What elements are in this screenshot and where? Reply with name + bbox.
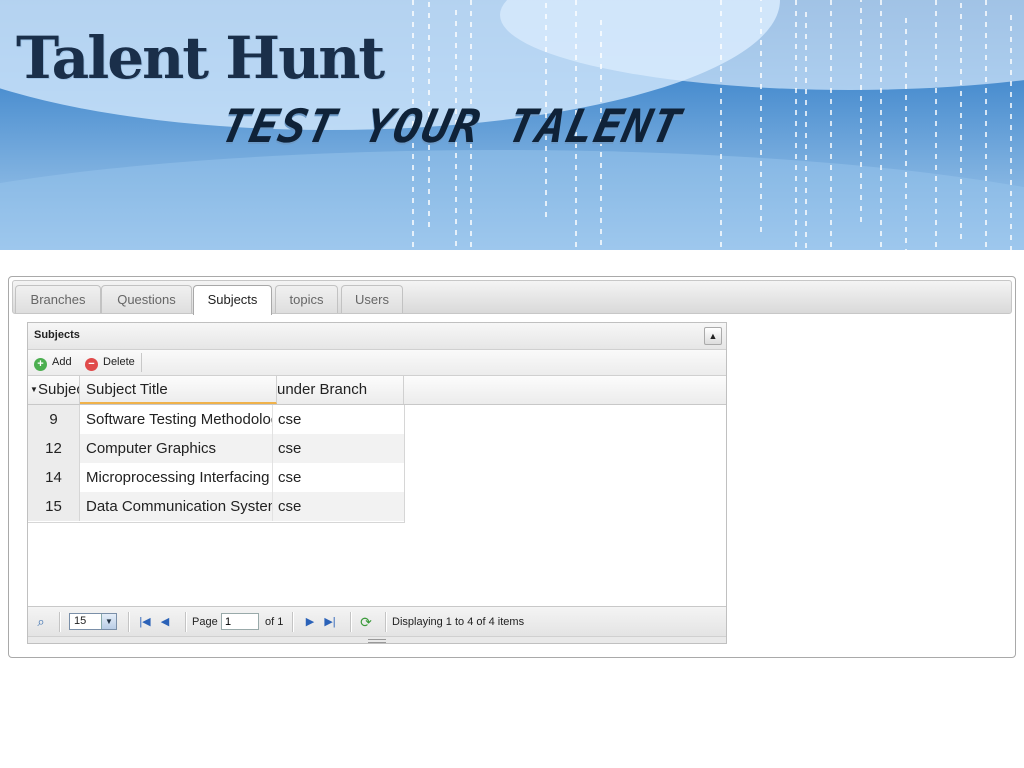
first-page-icon[interactable]: |◀ (138, 615, 152, 629)
cell-subject-id: 15 (28, 492, 80, 521)
add-icon: + (34, 358, 47, 371)
site-tagline: TEST YOUR TALENT (216, 99, 687, 153)
rows-per-page-select[interactable]: 15 ▼ (69, 613, 117, 630)
delete-button-label: Delete (103, 356, 135, 368)
tab-users[interactable]: Users (341, 285, 403, 313)
cell-subject-id: 14 (28, 463, 80, 492)
sort-desc-icon: ▼ (30, 385, 38, 394)
prev-page-icon[interactable]: ◀ (158, 615, 172, 629)
tab-branches[interactable]: Branches (15, 285, 101, 313)
tab-bar: Branches Questions Subjects topics Users (12, 280, 1012, 315)
cell-subject-id: 12 (28, 434, 80, 463)
grid-title-bar: Subjects ▲ (28, 323, 726, 350)
grid-header: ▼ Subject Subject Title under Branch (28, 376, 726, 405)
header-banner: Talent Hunt TEST YOUR TALENT (0, 0, 1024, 250)
delete-icon: − (85, 358, 98, 371)
column-header-subject[interactable]: ▼ Subject (28, 376, 80, 404)
table-row[interactable]: 12 Computer Graphics cse (28, 434, 404, 463)
grid-pager: ⌕ 15 ▼ |◀ ◀ Page of 1 ▶ ▶| ⟳ Displaying … (28, 606, 726, 637)
cell-subject-title: Computer Graphics (80, 434, 273, 463)
cell-branch: cse (278, 440, 302, 457)
page-count: of 1 (265, 616, 284, 628)
page-number-input[interactable] (221, 613, 259, 630)
last-page-icon[interactable]: ▶| (323, 615, 337, 629)
cell-branch: cse (278, 469, 302, 486)
search-icon[interactable]: ⌕ (34, 615, 48, 629)
next-page-icon[interactable]: ▶ (303, 615, 317, 629)
collapse-icon[interactable]: ▲ (704, 327, 722, 345)
table-row[interactable]: 14 Microprocessing Interfacing cse (28, 463, 404, 492)
resize-handle[interactable] (28, 636, 726, 643)
delete-button[interactable]: − Delete (85, 354, 135, 371)
pager-status: Displaying 1 to 4 of 4 items (392, 616, 525, 628)
add-button[interactable]: + Add (34, 354, 72, 371)
cell-subject-id: 9 (28, 405, 80, 434)
cell-branch: cse (278, 498, 302, 515)
cell-branch: cse (278, 411, 302, 428)
table-row[interactable]: 9 Software Testing Methodologies cse (28, 405, 404, 434)
site-logo-title: Talent Hunt (16, 24, 385, 92)
rows-per-page-value: 15 (74, 615, 87, 627)
column-header-subject-title[interactable]: Subject Title (80, 376, 277, 404)
grid-body: 9 Software Testing Methodologies cse 12 … (28, 405, 405, 523)
cell-subject-title: Software Testing Methodologies (80, 405, 273, 434)
tab-topics[interactable]: topics (275, 285, 338, 313)
refresh-icon[interactable]: ⟳ (359, 615, 373, 629)
table-row[interactable]: 15 Data Communication Systems cse (28, 492, 404, 521)
page-label: Page (192, 616, 218, 628)
tab-questions[interactable]: Questions (101, 285, 192, 313)
cell-subject-title: Microprocessing Interfacing (80, 463, 273, 492)
grid-toolbar: + Add − Delete (28, 350, 726, 376)
subjects-grid: Subjects ▲ + Add −Delete ▼ Subject Subjec… (27, 322, 727, 644)
column-header-under-branch[interactable]: under Branch (271, 376, 404, 404)
grid-title: Subjects (34, 329, 80, 341)
chevron-down-icon: ▼ (101, 614, 116, 629)
cell-subject-title: Data Communication Systems (80, 492, 273, 521)
add-button-label: Add (52, 356, 72, 368)
tab-subjects[interactable]: Subjects (193, 285, 272, 315)
